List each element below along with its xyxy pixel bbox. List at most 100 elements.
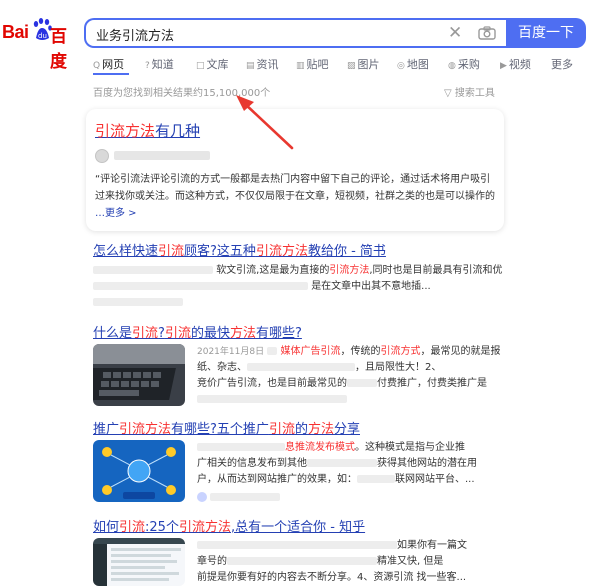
result-title[interactable]: 怎么样快速引流顾客?这五种引流方法教给你 - 简书 [93,240,505,259]
logo-bai-text: Bai [2,22,29,42]
title-part: ? [158,326,165,341]
more-link[interactable]: …更多 > [95,208,137,219]
tab-label: 视频 [508,58,531,71]
snippet-text: 是在文章中出其不意地插... [311,281,431,292]
tab-maps[interactable]: ◎ 地图 [397,56,429,72]
question-icon: ? [145,61,150,71]
search-result: 如何引流:25个引流方法,总有一个适合你 - 知乎 如果你有一篇文 章号的 精准又… [93,516,505,586]
snippet-text: 联网网站平台、... [395,474,475,485]
snippet-text: ,同时也是目前最具有引流和优 [369,265,503,276]
result-date: 2021年11月8日 [197,347,265,357]
title-highlight: 引流方法 [255,244,308,259]
title-part: 有哪些? [255,326,302,341]
result-title[interactable]: 推广引流方法有哪些?五个推广引流的方法分享 [93,418,505,437]
snippet-highlight: 媒体广告引流 [280,346,341,357]
result-snippet: 纸、杂志、 ，且局限性大！2、 [197,360,503,376]
title-part: 推广 [93,422,120,437]
search-button[interactable]: 百度一下 [506,18,586,48]
snippet-text: 纸、杂志、 [197,362,247,373]
title-part: 怎么样快速 [93,244,159,259]
tieba-icon: ▥ [296,61,305,71]
tab-images[interactable]: ▨ 图片 [347,56,380,72]
snippet-text: ，传统的 [340,346,381,357]
document-icon: □ [196,61,205,71]
snippet-text: 付费推广，付费类推广是 [377,378,487,389]
snippet-text: 广相关的信息发布到其他 [197,458,307,469]
blurred-text [307,459,377,467]
snippet-text: 章号的 [197,556,227,567]
tab-purchase[interactable]: ◍ 采购 [448,56,480,72]
card-title[interactable]: 引流方法有几种 [95,120,200,141]
snippet-highlight: 引流方式 [380,346,421,357]
map-icon: ◎ [397,61,405,71]
purchase-icon: ◍ [448,61,456,71]
clear-icon[interactable]: ✕ [448,23,462,43]
title-part: 的 [294,422,308,437]
paw-icon: du [33,18,52,40]
blurred-text [93,282,308,290]
result-snippet: 章号的 精准又快, 但是 [197,554,503,570]
video-icon: ▶ [500,61,507,71]
tab-news[interactable]: ▤ 资讯 [246,56,279,72]
search-query-text[interactable]: 业务引流方法 [96,25,174,44]
tab-zhidao[interactable]: ? 知道 [145,56,174,72]
result-body: 如果你有一篇文 章号的 精准又快, 但是 前提是你要有好的内容去不断分享。4、资源… [197,538,503,586]
snippet-text: 竞价广告引流，也是目前最常见的 [197,378,347,389]
snippet-text: ，最常见的就是报 [420,346,501,357]
result-thumbnail-diagram[interactable] [93,440,185,502]
title-highlight: 引流方法 [119,422,172,437]
tab-label: 地图 [406,58,429,71]
title-part: :25个 [145,520,179,535]
result-snippet: 广相关的信息发布到其他 获得其他网站的潜在用 [197,456,503,472]
screenshot-image [93,538,185,586]
search-result: 怎么样快速引流顾客?这五种引流方法教给你 - 简书 软文引流,这是最为直接的 引流… [93,240,505,311]
blurred-text [210,493,281,501]
svg-text:du: du [38,32,47,40]
tab-video[interactable]: ▶ 视频 [500,56,531,72]
title-part: 什么是 [93,326,133,341]
tab-more[interactable]: 更多 [551,56,573,72]
tab-label: 更多 [551,58,573,71]
card-title-highlight: 引流方法 [95,122,156,140]
tab-wenku[interactable]: □ 文库 [196,56,229,72]
blurred-text [347,379,377,387]
tab-label: 图片 [357,58,380,71]
result-snippet: 竞价广告引流，也是目前最常见的 付费推广，付费类推广是 [197,376,503,392]
result-snippet: 如果你有一篇文 [197,538,503,554]
search-input[interactable]: 业务引流方法 ✕ [84,18,506,48]
card-title-rest: 有几种 [155,122,201,140]
snippet-text: 如果你有一篇文 [397,540,467,551]
result-thumbnail-screenshot[interactable] [93,538,185,586]
network-diagram-image [93,440,185,502]
snippet-text: 前提是你要有好的内容去不断分享。4、资源引流 找一些客... [197,572,467,583]
snippet-text: 。这种模式是指与企业推 [355,442,465,453]
result-snippet: 前提是你要有好的内容去不断分享。4、资源引流 找一些客... [197,570,503,586]
baidu-logo[interactable]: Bai du 百度 [2,16,82,72]
title-highlight: 引流方法 [178,520,231,535]
result-thumbnail-keyboard[interactable] [93,344,185,406]
tab-label: 知道 [151,58,174,71]
tab-label: 网页 [102,58,125,71]
snippet-highlight: 息推流发布模式 [285,442,355,453]
result-snippet: 息推流发布模式。这种模式是指与企业推 [197,440,503,456]
result-body: 息推流发布模式。这种模式是指与企业推 广相关的信息发布到其他 获得其他网站的潜在用… [197,440,503,506]
title-part: 教给你 - 简书 [307,244,386,259]
result-source [197,490,503,506]
tab-label: 资讯 [256,58,279,71]
title-part: ,总有一个适合你 - 知乎 [230,520,366,535]
blurred-text [197,541,397,549]
result-count: 百度为您找到相关结果约15,100,000个 [93,88,271,99]
result-title[interactable]: 什么是引流?引流的最快方法有哪些? [93,322,505,341]
blurred-text [247,363,355,371]
search-tools-button[interactable]: ▽ 搜索工具 [444,84,495,99]
blurred-text [197,395,347,403]
snippet-text: 软文引流,这是最为直接的 [216,265,330,276]
result-title[interactable]: 如何引流:25个引流方法,总有一个适合你 - 知乎 [93,516,505,535]
title-highlight: 引流 [158,244,185,259]
search-result: 推广引流方法有哪些?五个推广引流的方法分享 息推流发布模式。这种模式是指与企业推… [93,418,505,506]
tab-web[interactable]: Q 网页 [93,56,124,72]
camera-icon[interactable] [478,26,496,40]
tab-tieba[interactable]: ▥ 贴吧 [296,56,329,72]
snippet-text: 获得其他网站的潜在用 [377,458,477,469]
filter-icon: ▽ [444,88,455,99]
